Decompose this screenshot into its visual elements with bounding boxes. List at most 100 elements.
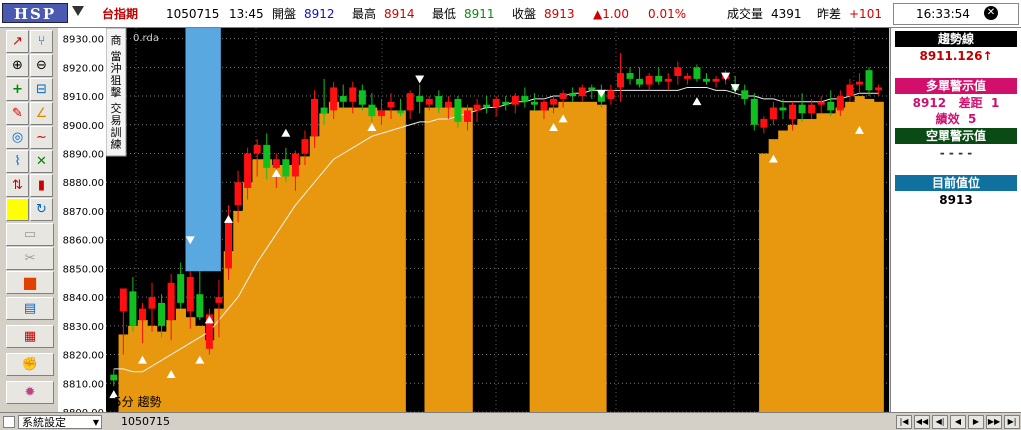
stop-icon[interactable]: ■ (6, 271, 54, 294)
prev-icon[interactable]: ◀ (950, 415, 966, 429)
open-value: 8912 (304, 7, 335, 21)
fast-forward-icon[interactable]: ▶▶ (986, 415, 1002, 429)
fill-bar (787, 124, 798, 412)
fill-bar (567, 101, 578, 412)
first-page-icon[interactable]: |◀ (896, 415, 912, 429)
candle-body (683, 75, 691, 79)
candle-body (435, 96, 443, 108)
candle-body (444, 101, 452, 108)
candle-body (846, 84, 854, 97)
app-logo: HSP (2, 3, 68, 23)
refresh-icon[interactable]: ↻ (30, 198, 53, 221)
drawing-toolbox: ↗ ⑂ ⊕ ⊖ + ⊟ ✎ ∠ ◎ ∼ ⌇ ✕ ⇅ ▮ ↻ ▭ ✂ ■ ▤ ▦ … (0, 28, 58, 412)
target-icon[interactable]: ◎ (6, 126, 29, 149)
candle-body (282, 159, 290, 177)
fork-tool-icon[interactable]: ⑂ (30, 30, 53, 53)
color-picker-icon[interactable] (6, 198, 29, 221)
change-value: ▲1.00 (593, 7, 629, 21)
pencil-icon[interactable]: ✎ (6, 102, 29, 125)
fill-bar (271, 164, 282, 412)
y-tick-label: 8880.00 (63, 178, 104, 189)
symbol-name[interactable]: 台指期 (102, 6, 138, 22)
candle-body (454, 98, 462, 122)
trend-line-title: 趨勢線 (895, 31, 1017, 47)
candle-body (741, 90, 749, 99)
long-perf-line: 績效 5 (895, 111, 1017, 127)
candle-body (339, 96, 347, 102)
indicator-icon[interactable]: ⌇ (6, 150, 29, 173)
gloves-icon[interactable]: ✊ (6, 353, 54, 376)
candle-body (779, 107, 787, 111)
burst-icon[interactable]: ✹ (6, 381, 54, 404)
candle-body (798, 104, 806, 114)
candle-body (559, 93, 567, 99)
y-tick-label: 8850.00 (63, 264, 104, 275)
fill-bar (826, 113, 837, 412)
crosshair-icon[interactable]: + (6, 78, 29, 101)
candle-body (119, 288, 127, 312)
status-date: 1050715 (121, 415, 170, 428)
back-icon[interactable]: ◀| (932, 415, 948, 429)
candle-body (693, 67, 701, 79)
angle-tool-icon[interactable]: ∠ (30, 102, 53, 125)
candle-body (530, 101, 538, 105)
fill-bar (596, 104, 607, 412)
chevron-down-icon[interactable]: ▼ (93, 416, 99, 429)
settings-select[interactable]: 系統設定 ▼ (18, 415, 102, 429)
y-tick-label: 8910.00 (63, 92, 104, 103)
y-tick-label: 8930.00 (63, 35, 104, 46)
fill-bar (816, 113, 827, 412)
candle-body (492, 98, 500, 108)
grid-icon[interactable]: ▦ (6, 325, 54, 348)
fill-bar (797, 119, 808, 412)
cross-arrows-icon[interactable]: ✕ (30, 150, 53, 173)
fill-bar (185, 317, 196, 412)
zoom-in-icon[interactable]: ⊕ (6, 54, 29, 77)
candle-body (377, 110, 385, 117)
candle-body (521, 96, 529, 102)
folder-icon[interactable]: ▭ (6, 223, 54, 246)
fill-bar (233, 210, 244, 412)
logo-dropdown-icon[interactable] (72, 6, 84, 16)
candle-body (263, 144, 271, 168)
fill-bar (386, 110, 397, 412)
fill-bar (873, 101, 884, 412)
candle-body (464, 110, 471, 122)
candlestick-chart[interactable]: 商當沖狙擊交易訓練0.rda5分 趨勢 (106, 28, 889, 412)
candle-body (550, 98, 558, 105)
candle-body (244, 153, 252, 188)
quote-time: 13:45 (229, 7, 264, 21)
diff-label: 昨差 (817, 7, 842, 21)
scissors-icon[interactable]: ✂ (6, 247, 54, 270)
wave-icon[interactable]: ∼ (30, 126, 53, 149)
price-axis-labels: 8930.00 8920.00 8910.00 8900.00 8890.00 8880.… (63, 35, 104, 412)
candle-body (808, 104, 816, 114)
fill-bar (242, 182, 253, 412)
trendline-tool-icon[interactable]: ↗ (6, 30, 29, 53)
fill-bar (357, 107, 368, 412)
candle-body (330, 87, 338, 111)
report-icon[interactable]: ▤ (6, 297, 54, 320)
indicator-label: 0.rda (133, 33, 159, 44)
candle-body (511, 96, 519, 105)
ruler-icon[interactable]: ⊟ (30, 78, 53, 101)
status-checkbox[interactable] (3, 416, 15, 428)
candle-body (626, 73, 634, 79)
fill-bar (319, 113, 330, 412)
candle-icon[interactable]: ▮ (30, 174, 53, 197)
y-tick-label: 8900.00 (63, 121, 104, 132)
fill-bar (529, 110, 540, 412)
open-label: 開盤 (272, 7, 297, 21)
zoom-out-icon[interactable]: ⊖ (30, 54, 53, 77)
candle-body (540, 101, 548, 111)
y-tick-label: 8870.00 (63, 207, 104, 218)
candle-body (655, 75, 663, 82)
vertical-move-icon[interactable]: ⇅ (6, 174, 29, 197)
last-page-icon[interactable]: ▶| (1004, 415, 1020, 429)
fast-back-icon[interactable]: ◀◀ (914, 415, 930, 429)
close-label: 收盤 (512, 7, 537, 21)
highlight-band (185, 28, 221, 272)
close-icon[interactable]: ✕ (984, 6, 998, 20)
position-title: 目前值位 (895, 175, 1017, 191)
next-icon[interactable]: ▶ (968, 415, 984, 429)
